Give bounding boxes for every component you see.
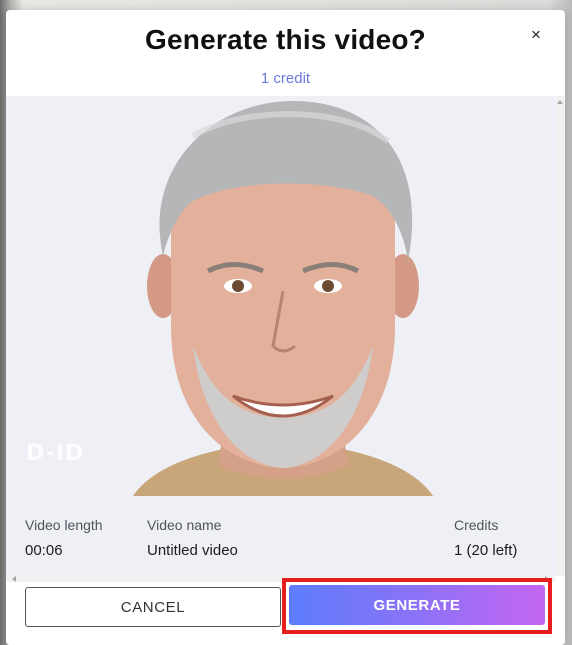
- credits-value: 1 (20 left): [454, 542, 518, 559]
- avatar-preview-image: [133, 101, 433, 496]
- video-length-label: Video length: [25, 517, 103, 533]
- dialog-actions: CANCEL GENERATE: [6, 578, 565, 645]
- scroll-up-arrow-icon[interactable]: [557, 100, 563, 104]
- vertical-scrollbar[interactable]: [555, 96, 565, 576]
- video-name-info: Video name Untitled video: [147, 517, 238, 559]
- preview-panel: D-ID Video length 00:06 Video name Untit…: [6, 96, 555, 576]
- cancel-button[interactable]: CANCEL: [25, 587, 281, 627]
- video-name-value: Untitled video: [147, 542, 238, 559]
- brand-watermark: D-ID: [26, 441, 85, 466]
- generate-video-dialog: Generate this video? × 1 credit D-ID Vid…: [6, 10, 565, 645]
- credits-label: Credits: [454, 517, 499, 533]
- generate-button-highlight: GENERATE: [282, 578, 552, 634]
- close-icon[interactable]: ×: [525, 24, 547, 46]
- dialog-title: Generate this video?: [145, 24, 426, 55]
- credits-info: Credits 1 (20 left): [454, 517, 517, 559]
- generate-button[interactable]: GENERATE: [289, 585, 545, 625]
- video-length-info: Video length 00:06: [25, 517, 103, 559]
- credit-cost: 1 credit: [260, 70, 311, 87]
- video-length-value: 00:06: [25, 542, 63, 559]
- video-name-label: Video name: [147, 517, 222, 533]
